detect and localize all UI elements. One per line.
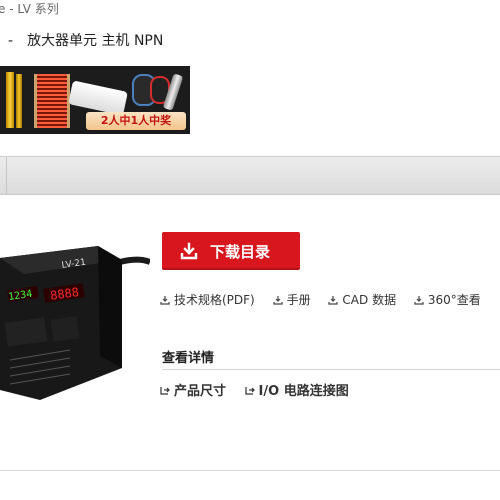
link-dimensions[interactable]: 产品尺寸 — [160, 380, 226, 399]
sensor-stick-image — [6, 72, 14, 128]
link-arrow-icon — [244, 386, 255, 395]
link-arrow-icon — [160, 386, 170, 395]
link-io-circuit[interactable]: I/O 电路连接图 — [244, 380, 349, 399]
product-image: 8888 1234 LV-21 — [0, 240, 152, 420]
link-label: 产品尺寸 — [174, 384, 227, 399]
tab-divider — [6, 157, 7, 194]
download-catalog-label: 下载目录 — [210, 242, 271, 261]
promo-label: 2人中1人中奖 — [86, 112, 186, 130]
page-subtitle: - 放大器单元 主机 NPN — [8, 30, 163, 50]
details-links: 产品尺寸 I/O 电路连接图 — [160, 380, 363, 399]
subtitle-text: 放大器单元 主机 NPN — [27, 33, 164, 49]
link-360-view[interactable]: 360°查看 — [414, 291, 481, 308]
link-label: 360°查看 — [427, 293, 481, 307]
download-catalog-button[interactable]: 下载目录 — [162, 232, 300, 270]
link-manual[interactable]: 手册 — [272, 291, 311, 308]
document-links: 技术规格(PDF) 手册 CAD 数据 360°查看 — [160, 291, 495, 308]
link-tech-spec[interactable]: 技术规格(PDF) — [160, 291, 255, 308]
light-curtain-image — [34, 74, 70, 128]
promo-banner[interactable]: 2人中1人中奖 — [0, 66, 190, 134]
details-title: 查看详情 — [162, 351, 215, 366]
download-icon — [328, 295, 339, 305]
divider — [162, 369, 500, 370]
download-icon — [272, 295, 283, 305]
download-icon — [180, 242, 198, 260]
link-label: 手册 — [286, 293, 311, 307]
link-label: I/O 电路连接图 — [258, 384, 349, 399]
sensor-stick-image — [16, 74, 22, 128]
link-label: CAD 数据 — [342, 293, 397, 307]
divider — [0, 470, 500, 471]
download-icon — [414, 295, 424, 305]
link-cad-data[interactable]: CAD 数据 — [328, 291, 396, 308]
download-icon — [160, 295, 170, 305]
link-label: 技术规格(PDF) — [174, 293, 255, 307]
power-bank-image — [68, 80, 128, 116]
subtitle-dash: - — [8, 33, 14, 49]
breadcrumb[interactable]: e - LV 系列 — [0, 0, 59, 17]
tab-bar — [0, 157, 500, 195]
